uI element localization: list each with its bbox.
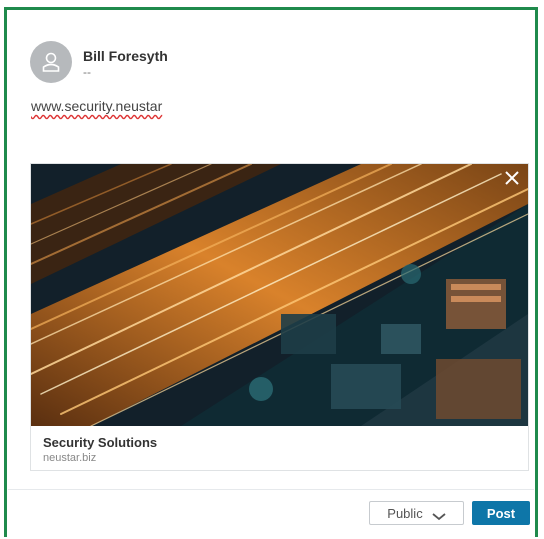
visibility-dropdown[interactable]: Public (369, 501, 464, 525)
chevron-down-icon (432, 509, 446, 521)
remove-preview-button[interactable] (502, 168, 522, 188)
link-preview-domain: neustar.biz (43, 452, 97, 464)
link-preview-card[interactable]: Security Solutions neustar.biz (30, 163, 529, 471)
link-preview-title[interactable]: Security Solutions (43, 435, 157, 450)
close-icon (505, 171, 519, 185)
post-text-input[interactable]: www.security.neustar (31, 98, 162, 114)
divider (8, 489, 534, 490)
author-subtitle: -- (83, 65, 91, 79)
person-icon (41, 51, 61, 73)
author-name[interactable]: Bill Foresyth (83, 48, 168, 64)
visibility-label: Public (387, 505, 423, 521)
avatar (30, 41, 72, 83)
post-button[interactable]: Post (472, 501, 530, 525)
link-preview-image[interactable] (31, 164, 528, 426)
